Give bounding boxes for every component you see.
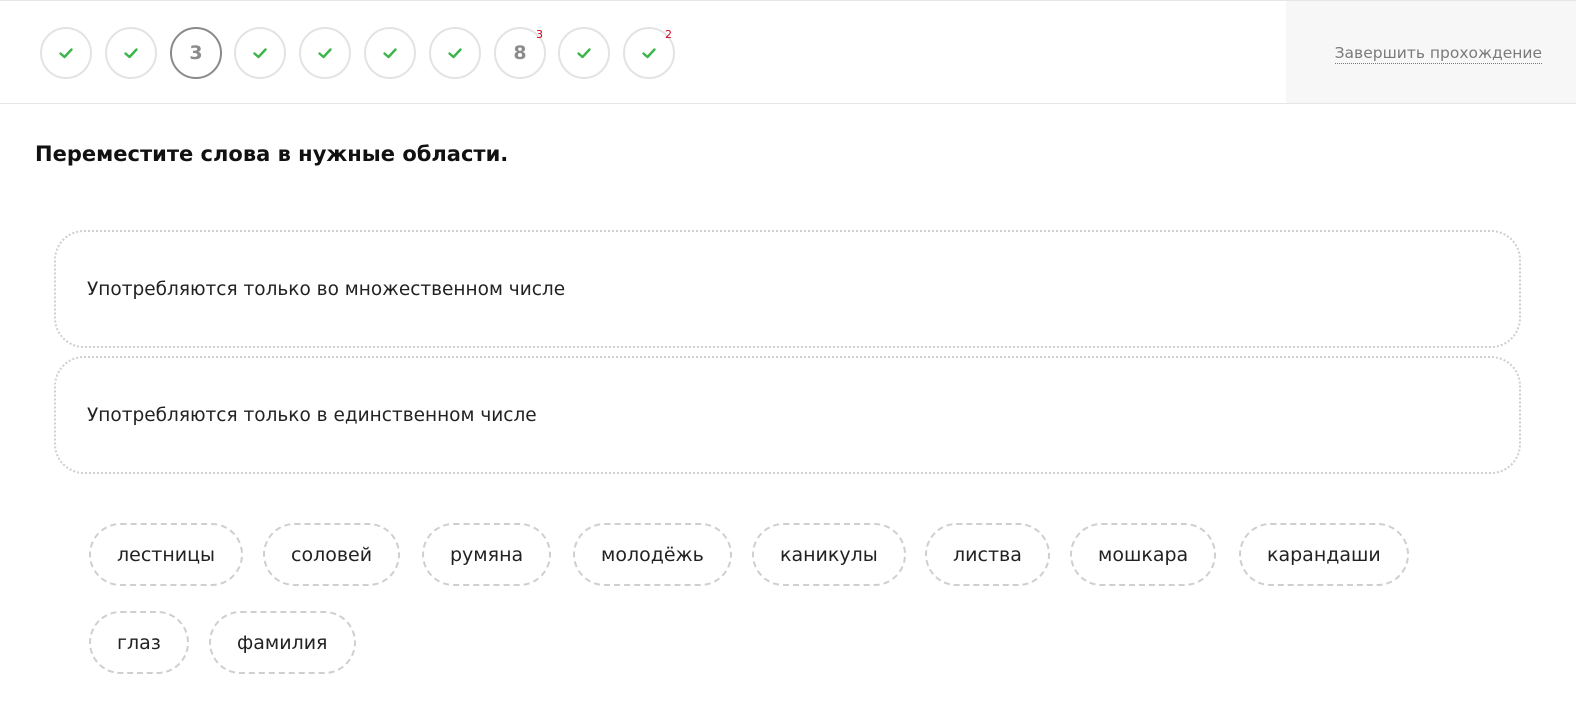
step-10-button[interactable]: 2 (623, 27, 675, 79)
word-chip[interactable]: румяна (422, 523, 552, 586)
word-chip[interactable]: карандаши (1239, 523, 1409, 586)
word-chip[interactable]: мошкара (1070, 523, 1217, 586)
check-icon (642, 48, 656, 59)
check-icon (383, 48, 397, 59)
step-number: 3 (189, 42, 203, 64)
step-number: 8 (513, 42, 527, 64)
check-icon (577, 48, 591, 59)
check-icon (253, 48, 267, 59)
check-icon (448, 48, 462, 59)
attempts-badge: 2 (665, 28, 672, 41)
step-7-button[interactable] (429, 27, 481, 79)
step-4-button[interactable] (234, 27, 286, 79)
step-1-button[interactable] (40, 27, 92, 79)
attempts-badge: 3 (536, 28, 543, 41)
dropzone-label: Употребляются только во множественном чи… (87, 279, 566, 300)
step-3-button[interactable]: 3 (170, 27, 222, 79)
word-chip[interactable]: фамилия (209, 611, 356, 674)
step-5-button[interactable] (299, 27, 351, 79)
word-chip[interactable]: лестницы (89, 523, 244, 586)
question-title: Переместите слова в нужные области. (35, 142, 509, 166)
step-2-button[interactable] (105, 27, 157, 79)
step-9-button[interactable] (558, 27, 610, 79)
dropzone-plural-only[interactable]: Употребляются только во множественном чи… (54, 230, 1521, 348)
check-icon (124, 48, 138, 59)
word-chip[interactable]: листва (925, 523, 1050, 586)
step-6-button[interactable] (364, 27, 416, 79)
word-chip[interactable]: молодёжь (573, 523, 732, 586)
word-chip[interactable]: соловей (263, 523, 401, 586)
check-icon (59, 48, 73, 59)
word-chip[interactable]: каникулы (752, 523, 906, 586)
finish-attempt-link[interactable]: Завершить прохождение (1334, 44, 1542, 64)
dropzone-singular-only[interactable]: Употребляются только в единственном числ… (54, 356, 1521, 474)
step-8-button[interactable]: 8 3 (494, 27, 546, 79)
finish-panel: Завершить прохождение (1286, 1, 1576, 103)
check-icon (318, 48, 332, 59)
progress-header: 3 8 3 2 Завершить прохождение (0, 0, 1576, 104)
word-chip[interactable]: глаз (89, 611, 189, 674)
dropzone-label: Употребляются только в единственном числ… (87, 405, 537, 426)
